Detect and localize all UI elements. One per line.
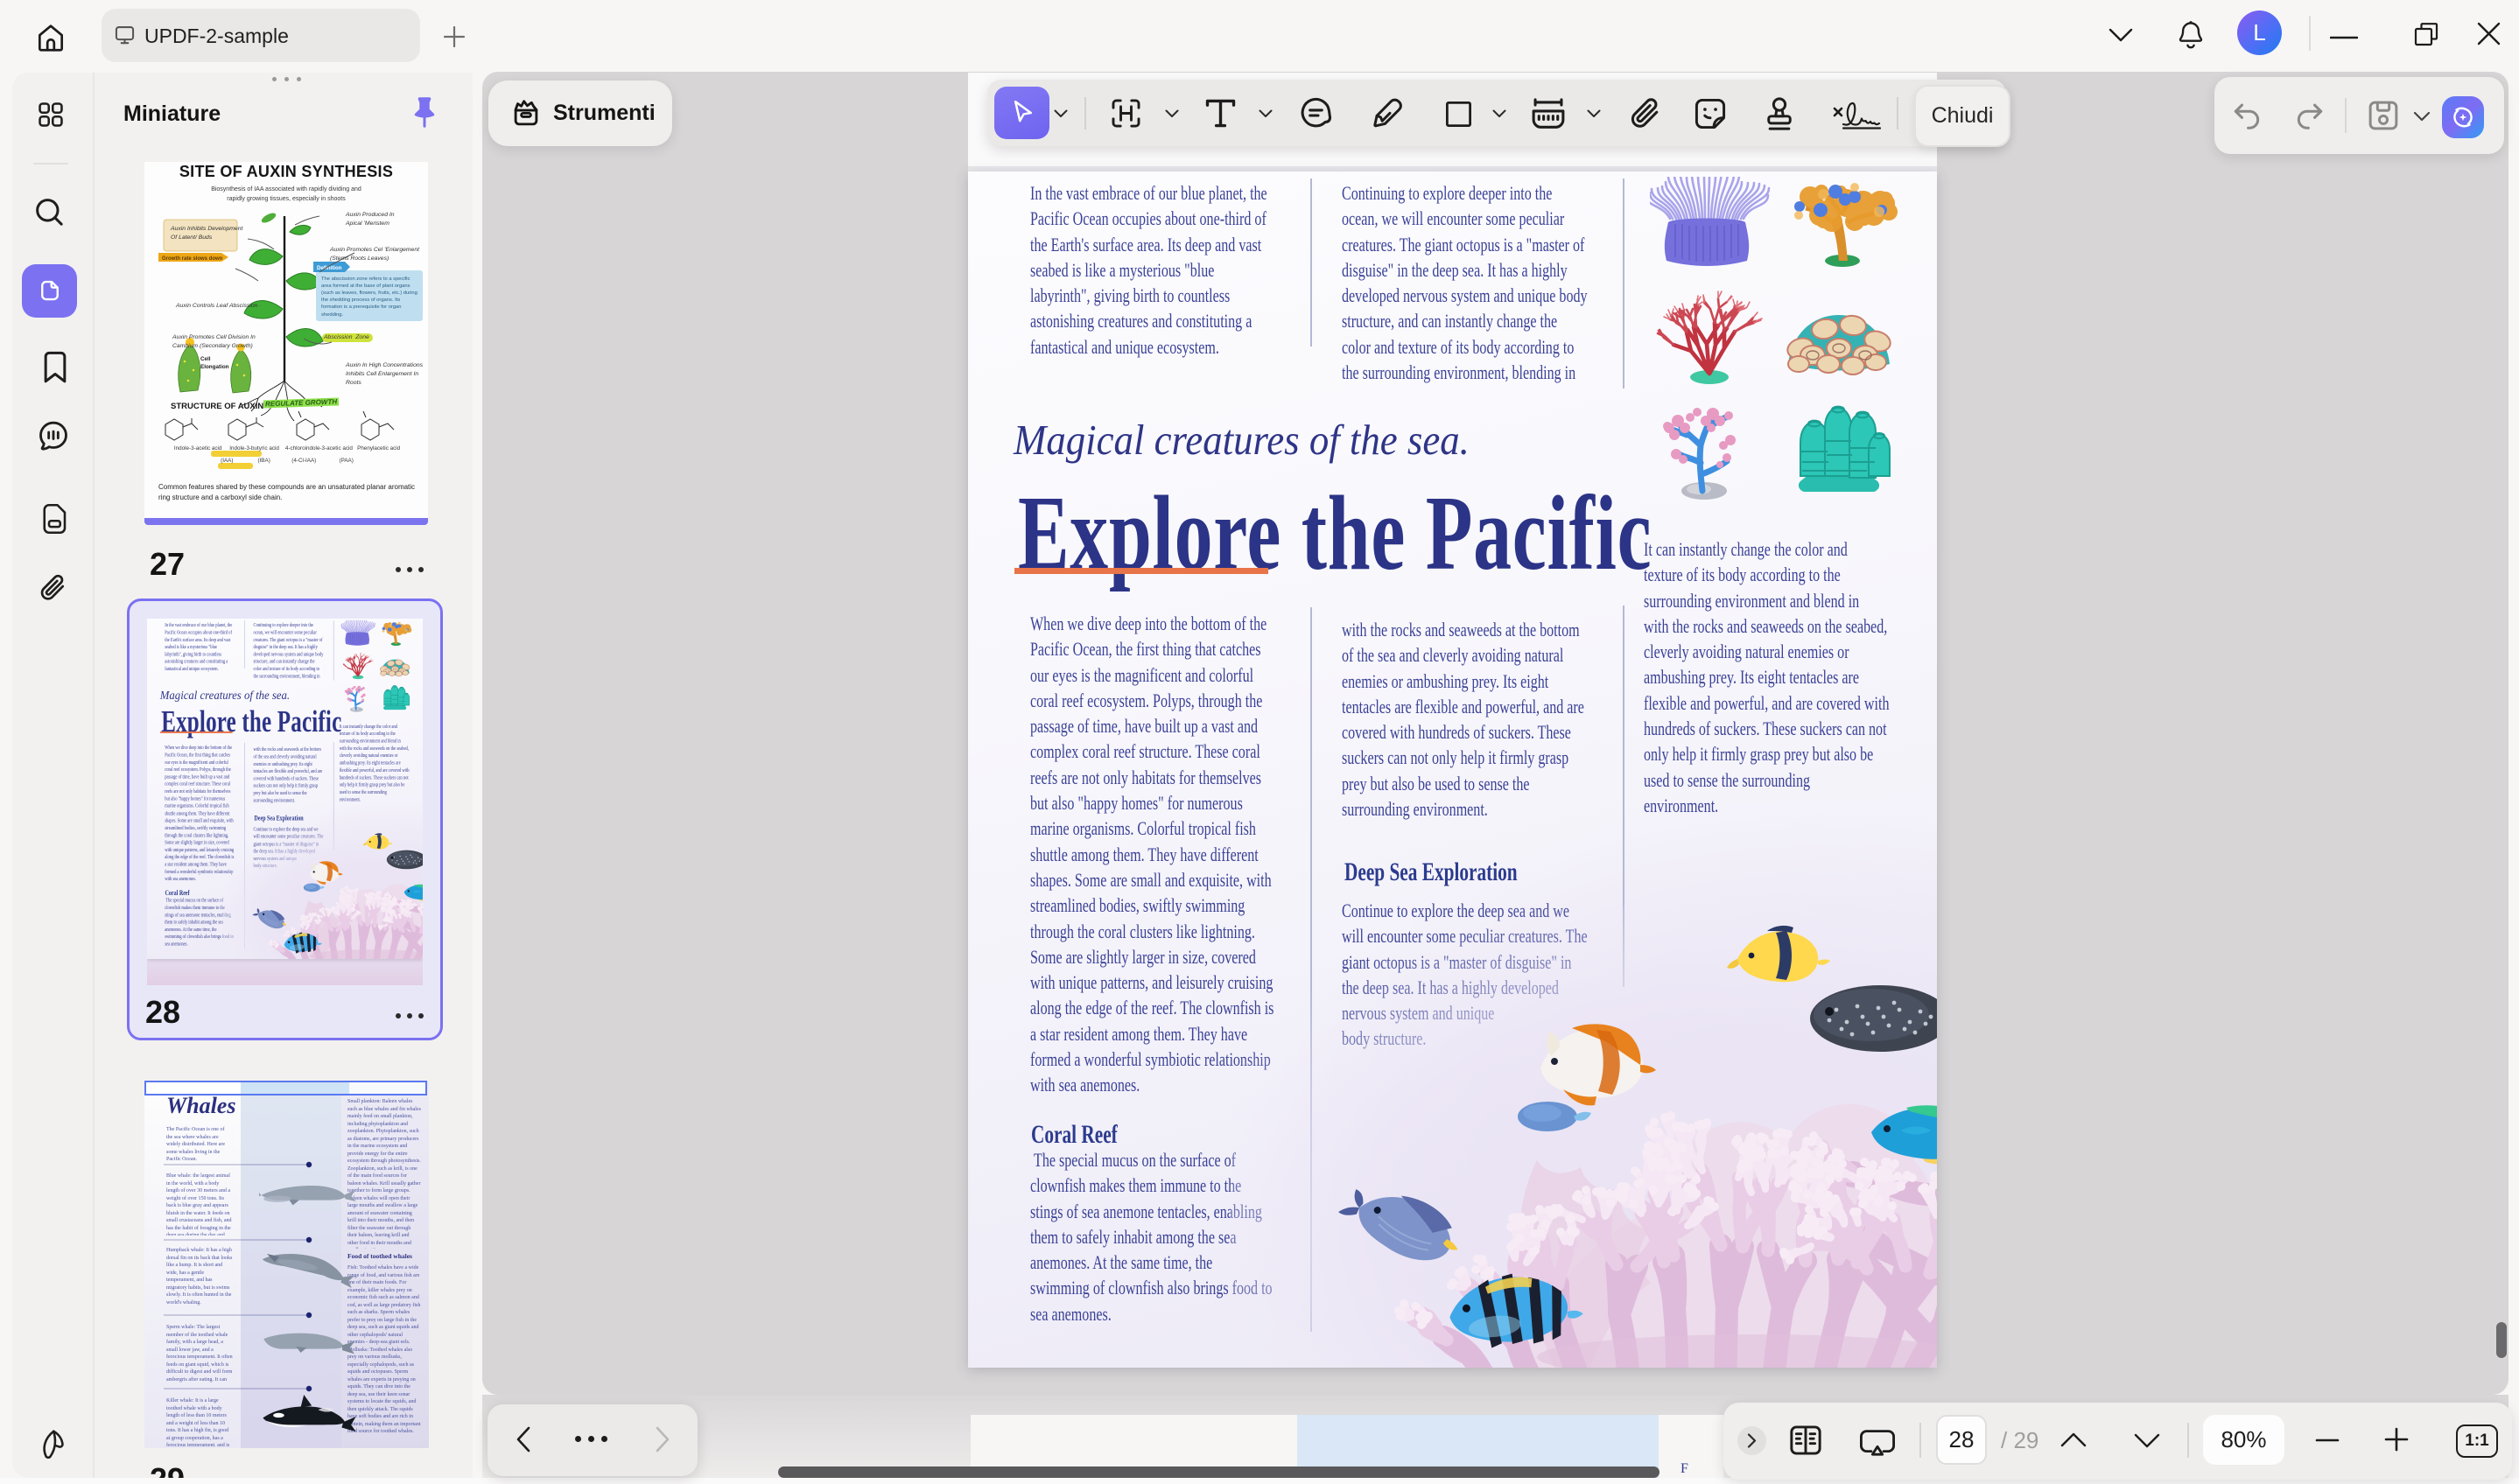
svg-text:Growth rate slows down: Growth rate slows down <box>162 256 223 262</box>
